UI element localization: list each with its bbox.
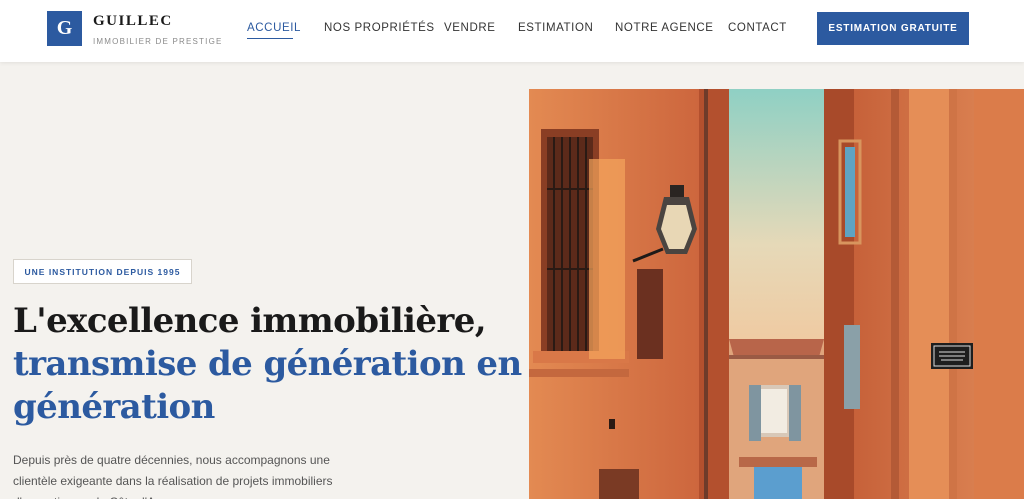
brand-name[interactable]: GUILLEC [93,13,173,30]
nav-contact[interactable]: CONTACT [728,22,787,34]
nav-notre-agence[interactable]: NOTRE AGENCE [615,22,714,34]
street-illustration [529,89,1024,499]
hero-lead: Depuis près de quatre décennies, nous ac… [13,453,333,499]
brand-tagline: IMMOBILIER DE PRESTIGE [93,37,223,46]
hero-image [529,89,1024,499]
logo[interactable]: G [47,11,82,46]
hero-title: L'excellence immobilière, transmise de g… [13,300,522,429]
free-estimate-button[interactable]: ESTIMATION GRATUITE [817,12,969,45]
nav-active-underline [247,38,293,39]
nav-accueil[interactable]: ACCUEIL [247,22,301,34]
institution-badge: UNE INSTITUTION DEPUIS 1995 [13,259,192,284]
hero-title-line3: génération [13,387,215,427]
hero-title-line1: L'excellence immobilière, [13,301,487,341]
nav-vendre[interactable]: VENDRE [444,22,496,34]
hero-title-line2: transmise de génération en [13,344,522,384]
nav-estimation[interactable]: ESTIMATION [518,22,593,34]
nav-nos-proprietes[interactable]: NOS PROPRIÉTÉS [324,22,435,34]
site-header: G GUILLEC IMMOBILIER DE PRESTIGE ACCUEIL… [0,0,1024,62]
